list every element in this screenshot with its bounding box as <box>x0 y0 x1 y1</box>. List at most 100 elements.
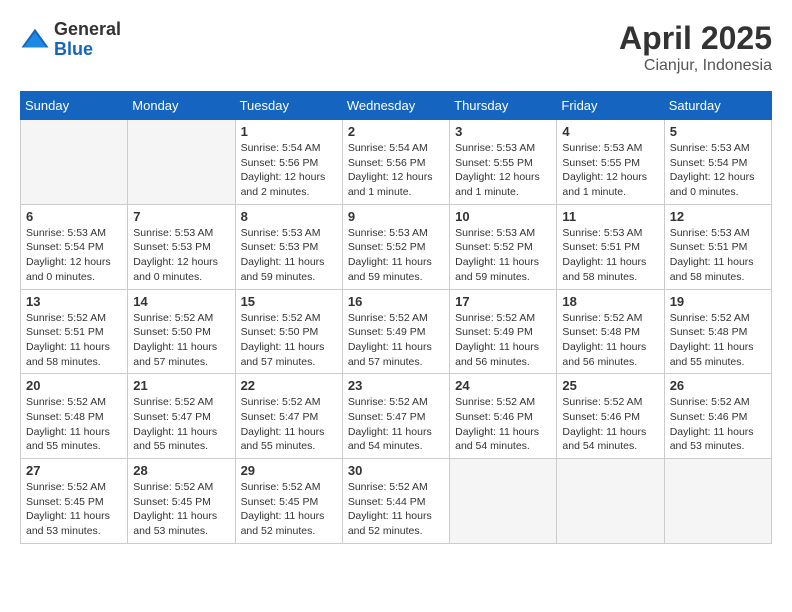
day-number: 1 <box>241 124 337 139</box>
day-info: Sunrise: 5:53 AM Sunset: 5:53 PM Dayligh… <box>241 226 337 285</box>
table-row: 5 Sunrise: 5:53 AM Sunset: 5:54 PM Daylig… <box>664 120 771 205</box>
logo-general: General <box>54 20 121 40</box>
day-info: Sunrise: 5:53 AM Sunset: 5:55 PM Dayligh… <box>562 141 658 200</box>
table-row: 24 Sunrise: 5:52 AM Sunset: 5:46 PM Dayli… <box>450 374 557 459</box>
col-sunday: Sunday <box>21 92 128 120</box>
day-info: Sunrise: 5:54 AM Sunset: 5:56 PM Dayligh… <box>348 141 444 200</box>
table-row <box>450 459 557 544</box>
col-tuesday: Tuesday <box>235 92 342 120</box>
table-row <box>21 120 128 205</box>
day-info: Sunrise: 5:52 AM Sunset: 5:48 PM Dayligh… <box>670 311 766 370</box>
table-row <box>557 459 664 544</box>
col-monday: Monday <box>128 92 235 120</box>
day-info: Sunrise: 5:52 AM Sunset: 5:46 PM Dayligh… <box>455 395 551 454</box>
day-number: 13 <box>26 294 122 309</box>
day-number: 10 <box>455 209 551 224</box>
day-info: Sunrise: 5:53 AM Sunset: 5:52 PM Dayligh… <box>348 226 444 285</box>
day-info: Sunrise: 5:53 AM Sunset: 5:54 PM Dayligh… <box>26 226 122 285</box>
table-row: 12Sunrise: 5:53 AM Sunset: 5:51 PM Dayli… <box>664 204 771 289</box>
day-info: Sunrise: 5:52 AM Sunset: 5:51 PM Dayligh… <box>26 311 122 370</box>
day-info: Sunrise: 5:53 AM Sunset: 5:54 PM Dayligh… <box>670 141 766 200</box>
day-number: 20 <box>26 378 122 393</box>
day-info: Sunrise: 5:52 AM Sunset: 5:45 PM Dayligh… <box>241 480 337 539</box>
day-info: Sunrise: 5:52 AM Sunset: 5:46 PM Dayligh… <box>562 395 658 454</box>
day-number: 17 <box>455 294 551 309</box>
table-row: 23 Sunrise: 5:52 AM Sunset: 5:47 PM Dayli… <box>342 374 449 459</box>
logo: General Blue <box>20 20 121 60</box>
logo-blue: Blue <box>54 40 121 60</box>
day-info: Sunrise: 5:54 AM Sunset: 5:56 PM Dayligh… <box>241 141 337 200</box>
day-info: Sunrise: 5:53 AM Sunset: 5:55 PM Dayligh… <box>455 141 551 200</box>
table-row: 17 Sunrise: 5:52 AM Sunset: 5:49 PM Dayli… <box>450 289 557 374</box>
day-number: 16 <box>348 294 444 309</box>
day-info: Sunrise: 5:52 AM Sunset: 5:45 PM Dayligh… <box>133 480 229 539</box>
day-info: Sunrise: 5:52 AM Sunset: 5:49 PM Dayligh… <box>348 311 444 370</box>
day-number: 12 <box>670 209 766 224</box>
day-info: Sunrise: 5:52 AM Sunset: 5:44 PM Dayligh… <box>348 480 444 539</box>
day-info: Sunrise: 5:52 AM Sunset: 5:47 PM Dayligh… <box>133 395 229 454</box>
day-info: Sunrise: 5:52 AM Sunset: 5:47 PM Dayligh… <box>241 395 337 454</box>
calendar-header-row: Sunday Monday Tuesday Wednesday Thursday… <box>21 92 772 120</box>
table-row: 6 Sunrise: 5:53 AM Sunset: 5:54 PM Daylig… <box>21 204 128 289</box>
table-row: 2Sunrise: 5:54 AM Sunset: 5:56 PM Daylig… <box>342 120 449 205</box>
day-info: Sunrise: 5:52 AM Sunset: 5:46 PM Dayligh… <box>670 395 766 454</box>
table-row: 28 Sunrise: 5:52 AM Sunset: 5:45 PM Dayli… <box>128 459 235 544</box>
month-year: April 2025 <box>619 20 772 57</box>
table-row <box>128 120 235 205</box>
page-header: General Blue April 2025 Cianjur, Indones… <box>20 20 772 75</box>
table-row: 27 Sunrise: 5:52 AM Sunset: 5:45 PM Dayli… <box>21 459 128 544</box>
calendar-week-row: 6 Sunrise: 5:53 AM Sunset: 5:54 PM Daylig… <box>21 204 772 289</box>
day-number: 6 <box>26 209 122 224</box>
day-info: Sunrise: 5:52 AM Sunset: 5:50 PM Dayligh… <box>133 311 229 370</box>
day-number: 26 <box>670 378 766 393</box>
day-number: 3 <box>455 124 551 139</box>
day-info: Sunrise: 5:52 AM Sunset: 5:47 PM Dayligh… <box>348 395 444 454</box>
day-info: Sunrise: 5:52 AM Sunset: 5:49 PM Dayligh… <box>455 311 551 370</box>
day-info: Sunrise: 5:53 AM Sunset: 5:51 PM Dayligh… <box>562 226 658 285</box>
table-row: 18 Sunrise: 5:52 AM Sunset: 5:48 PM Dayli… <box>557 289 664 374</box>
table-row: 16 Sunrise: 5:52 AM Sunset: 5:49 PM Dayli… <box>342 289 449 374</box>
table-row: 14 Sunrise: 5:52 AM Sunset: 5:50 PM Dayli… <box>128 289 235 374</box>
table-row: 29 Sunrise: 5:52 AM Sunset: 5:45 PM Dayli… <box>235 459 342 544</box>
table-row: 4Sunrise: 5:53 AM Sunset: 5:55 PM Daylig… <box>557 120 664 205</box>
table-row: 19Sunrise: 5:52 AM Sunset: 5:48 PM Dayli… <box>664 289 771 374</box>
table-row: 11Sunrise: 5:53 AM Sunset: 5:51 PM Dayli… <box>557 204 664 289</box>
logo-text: General Blue <box>54 20 121 60</box>
table-row: 8 Sunrise: 5:53 AM Sunset: 5:53 PM Daylig… <box>235 204 342 289</box>
table-row: 7 Sunrise: 5:53 AM Sunset: 5:53 PM Daylig… <box>128 204 235 289</box>
day-number: 23 <box>348 378 444 393</box>
day-number: 29 <box>241 463 337 478</box>
day-number: 24 <box>455 378 551 393</box>
table-row: 25 Sunrise: 5:52 AM Sunset: 5:46 PM Dayli… <box>557 374 664 459</box>
table-row: 10Sunrise: 5:53 AM Sunset: 5:52 PM Dayli… <box>450 204 557 289</box>
table-row <box>664 459 771 544</box>
day-number: 21 <box>133 378 229 393</box>
col-saturday: Saturday <box>664 92 771 120</box>
table-row: 30Sunrise: 5:52 AM Sunset: 5:44 PM Dayli… <box>342 459 449 544</box>
table-row: 22Sunrise: 5:52 AM Sunset: 5:47 PM Dayli… <box>235 374 342 459</box>
day-info: Sunrise: 5:52 AM Sunset: 5:48 PM Dayligh… <box>562 311 658 370</box>
table-row: 13 Sunrise: 5:52 AM Sunset: 5:51 PM Dayli… <box>21 289 128 374</box>
day-info: Sunrise: 5:52 AM Sunset: 5:45 PM Dayligh… <box>26 480 122 539</box>
day-number: 7 <box>133 209 229 224</box>
day-number: 9 <box>348 209 444 224</box>
calendar: Sunday Monday Tuesday Wednesday Thursday… <box>20 91 772 544</box>
day-info: Sunrise: 5:53 AM Sunset: 5:53 PM Dayligh… <box>133 226 229 285</box>
day-number: 15 <box>241 294 337 309</box>
day-number: 18 <box>562 294 658 309</box>
day-number: 25 <box>562 378 658 393</box>
calendar-week-row: 20 Sunrise: 5:52 AM Sunset: 5:48 PM Dayli… <box>21 374 772 459</box>
col-wednesday: Wednesday <box>342 92 449 120</box>
title-block: April 2025 Cianjur, Indonesia <box>619 20 772 75</box>
day-number: 27 <box>26 463 122 478</box>
day-number: 28 <box>133 463 229 478</box>
location: Cianjur, Indonesia <box>619 57 772 75</box>
day-number: 8 <box>241 209 337 224</box>
day-number: 14 <box>133 294 229 309</box>
table-row: 1 Sunrise: 5:54 AM Sunset: 5:56 PM Daylig… <box>235 120 342 205</box>
day-number: 5 <box>670 124 766 139</box>
table-row: 9 Sunrise: 5:53 AM Sunset: 5:52 PM Daylig… <box>342 204 449 289</box>
day-info: Sunrise: 5:52 AM Sunset: 5:48 PM Dayligh… <box>26 395 122 454</box>
calendar-week-row: 27 Sunrise: 5:52 AM Sunset: 5:45 PM Dayli… <box>21 459 772 544</box>
logo-icon <box>20 25 50 55</box>
